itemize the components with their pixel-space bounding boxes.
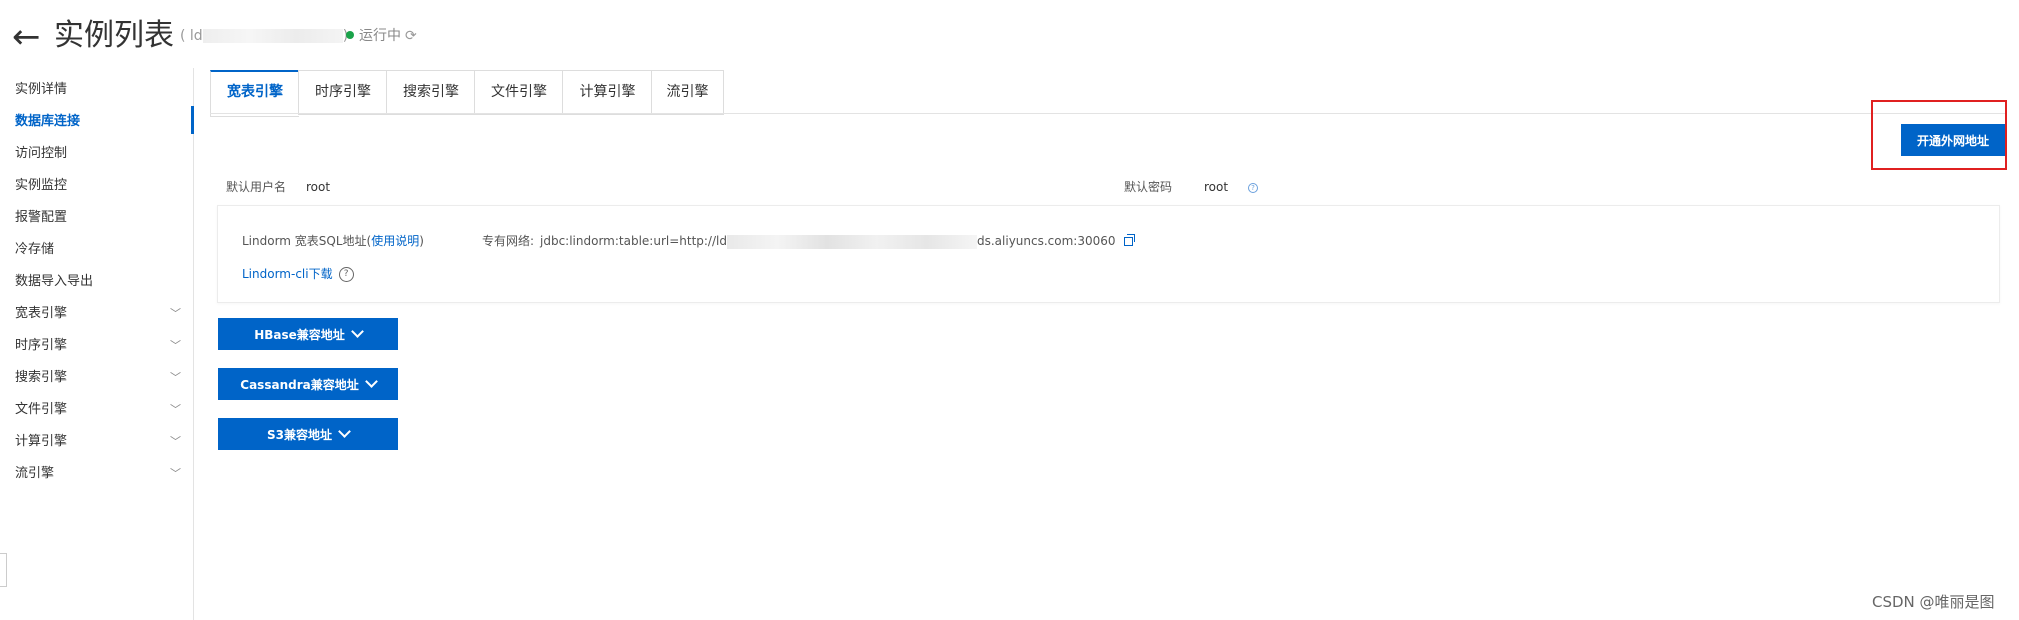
page-header: ← 实例列表 ( ld) 运行中⟳ [0, 0, 2019, 66]
copy-icon[interactable] [1123, 234, 1135, 246]
chevron-down-icon: ﹀ [170, 371, 181, 384]
sidebar-item-access-control[interactable]: 访问控制 [15, 142, 185, 166]
open-public-address-button[interactable]: 开通外网地址 [1901, 124, 2005, 156]
default-password-value: root [1204, 180, 1229, 194]
sidebar-item-alarm-config[interactable]: 报警配置 [15, 206, 185, 230]
chevron-down-icon [350, 325, 364, 338]
watermark: CSDN @唯丽是图 [1872, 593, 1995, 611]
chevron-down-icon: ﹀ [170, 307, 181, 320]
tab-wide-table-engine[interactable]: 宽表引擎 [210, 70, 299, 117]
chevron-down-icon: ﹀ [170, 467, 181, 480]
tab-compute-engine[interactable]: 计算引擎 [562, 70, 652, 115]
sidebar-item-instance-detail[interactable]: 实例详情 [15, 78, 185, 102]
instance-id-mask [202, 29, 343, 43]
sidebar-item-stream-engine[interactable]: 流引擎 ﹀ [15, 462, 185, 486]
sidebar-item-cold-storage[interactable]: 冷存储 [15, 238, 185, 262]
status-badge: 运行中 ⟳ [346, 26, 417, 46]
tab-timeseries-engine[interactable]: 时序引擎 [298, 70, 387, 115]
arrow-left-icon[interactable]: ← [12, 20, 41, 54]
tab-file-engine[interactable]: 文件引擎 [474, 70, 563, 115]
sidebar-item-timeseries-engine[interactable]: 时序引擎 ﹀ [15, 334, 185, 358]
default-password-label: 默认密码 [1124, 180, 1173, 194]
default-username-value: root [306, 180, 331, 194]
chevron-down-icon [338, 425, 351, 438]
chevron-down-icon: ﹀ [170, 435, 181, 448]
tab-stream-engine[interactable]: 流引擎 [651, 70, 724, 115]
chevron-down-icon [364, 375, 378, 388]
vpc-label: 专有网络: [482, 234, 535, 248]
sidebar-item-instance-monitor[interactable]: 实例监控 [15, 174, 185, 198]
cassandra-compat-address-button[interactable]: Cassandra兼容地址 [218, 368, 398, 400]
sidebar-active-indicator [191, 106, 194, 134]
chevron-down-icon: ﹀ [170, 403, 181, 416]
page-title: 实例列表 [54, 18, 174, 53]
sidebar-item-search-engine[interactable]: 搜索引擎 ﹀ [15, 366, 185, 390]
lindorm-cli-download-link[interactable]: Lindorm-cli下载? [242, 264, 354, 284]
sidebar-item-compute-engine[interactable]: 计算引擎 ﹀ [15, 430, 185, 454]
sql-address-panel: Lindorm 宽表SQL地址(使用说明) 专有网络: jdbc:lindorm… [217, 205, 2000, 303]
tab-search-engine[interactable]: 搜索引擎 [386, 70, 475, 115]
sidebar: 实例详情 数据库连接 访问控制 实例监控 报警配置 冷存储 数据导入导出 宽表引… [0, 68, 194, 620]
sidebar-collapse-handle[interactable] [0, 553, 7, 587]
instance-id: ( ld) [180, 27, 348, 45]
sidebar-item-db-connection[interactable]: 数据库连接 [15, 110, 185, 134]
jdbc-url-mask [726, 234, 977, 249]
sql-address-label: Lindorm 宽表SQL地址(使用说明) [242, 234, 424, 248]
s3-compat-address-button[interactable]: S3兼容地址 [218, 418, 398, 450]
sidebar-item-data-import-export[interactable]: 数据导入导出 [15, 270, 185, 294]
usage-guide-link[interactable]: 使用说明 [371, 234, 419, 248]
default-username-label: 默认用户名 [226, 180, 287, 194]
password-help-icon[interactable]: ? [1248, 183, 1258, 193]
question-circle-icon[interactable]: ? [338, 267, 354, 282]
sidebar-item-wide-table-engine[interactable]: 宽表引擎 ﹀ [15, 302, 185, 326]
tab-divider [210, 113, 2005, 114]
refresh-icon[interactable]: ⟳ [405, 28, 417, 44]
status-dot-icon [346, 31, 354, 39]
hbase-compat-address-button[interactable]: HBase兼容地址 [218, 318, 398, 350]
sidebar-item-file-engine[interactable]: 文件引擎 ﹀ [15, 398, 185, 422]
jdbc-url: jdbc:lindorm:table:url=http://ld ds.aliyu… [540, 231, 1135, 251]
chevron-down-icon: ﹀ [170, 339, 181, 352]
